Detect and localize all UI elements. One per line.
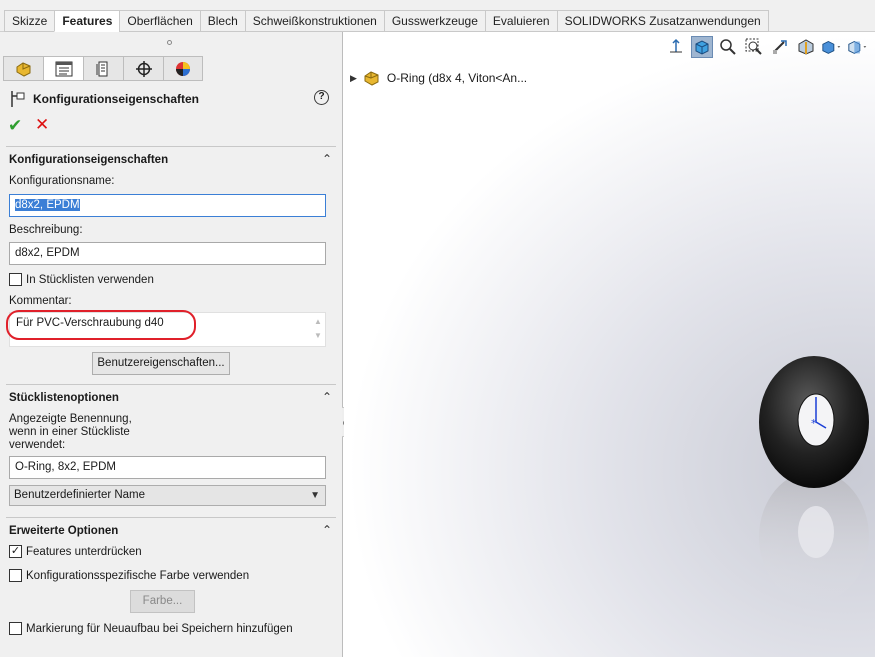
config-color-label: Konfigurationsspezifische Farbe verwende… [26, 569, 250, 582]
config-color-checkbox-row[interactable]: Konfigurationsspezifische Farbe verwende… [9, 569, 249, 582]
tab-oberflaechen[interactable]: Oberflächen [119, 10, 200, 32]
zoom-to-fit-icon[interactable] [717, 36, 739, 58]
suppress-features-checkbox[interactable]: ✓ [9, 545, 22, 558]
tab-blech[interactable]: Blech [199, 10, 245, 32]
display-style-dropdown-icon[interactable] [847, 36, 869, 58]
config-name-label: Konfigurationsname: [9, 175, 115, 187]
config-name-value: d8x2, EPDM [15, 199, 80, 211]
dimxpertmanager-tab[interactable] [123, 56, 163, 81]
page-title: Konfigurationseigenschaften [9, 90, 199, 108]
cancel-button[interactable]: ✕ [35, 115, 49, 135]
rebuild-mark-checkbox[interactable] [9, 622, 22, 635]
ok-button[interactable]: ✔ [8, 116, 22, 136]
config-section-header[interactable]: Konfigurationseigenschaften [9, 154, 168, 166]
name-mode-selected-value: Benutzerdefinierter Name [14, 489, 146, 501]
tab-evaluieren[interactable]: Evaluieren [484, 10, 557, 32]
tab-schweisskonstruktionen[interactable]: Schweißkonstruktionen [244, 10, 384, 32]
rebuild-mark-checkbox-row[interactable]: Markierung für Neuaufbau bei Speichern h… [9, 622, 293, 635]
comment-scrollbar[interactable]: ▲ ▼ [313, 315, 323, 345]
o-ring-3d-model[interactable]: * [754, 352, 875, 642]
tab-gusswerkzeuge[interactable]: Gusswerkzeuge [383, 10, 485, 32]
expand-arrow-icon[interactable]: ▶ [350, 73, 357, 84]
zoom-to-area-icon[interactable] [743, 36, 765, 58]
configuration-icon [96, 61, 107, 76]
configuration-properties-icon [11, 91, 25, 107]
name-mode-select[interactable]: Benutzerdefinierter Name ▼ [9, 485, 326, 506]
section-divider [6, 384, 336, 385]
advanced-section-header[interactable]: Erweiterte Optionen [9, 525, 118, 537]
part-tree-icon [16, 61, 30, 77]
suppress-features-label: Features unterdrücken [26, 545, 142, 558]
comment-textarea[interactable]: Für PVC-Verschraubung d40 ▲ ▼ [9, 312, 326, 347]
color-button[interactable]: Farbe... [130, 590, 195, 613]
command-manager-tabbar: Skizze Features Oberflächen Blech Schwei… [0, 0, 875, 32]
comment-value: Für PVC-Verschraubung d40 [16, 317, 164, 329]
tab-skizze[interactable]: Skizze [4, 10, 55, 32]
use-in-bom-checkbox-row[interactable]: In Stücklisten verwenden [9, 273, 154, 286]
section-divider [6, 146, 336, 147]
use-in-bom-checkbox[interactable] [9, 273, 22, 286]
description-field[interactable]: d8x2, EPDM [9, 242, 326, 265]
chevron-down-icon: ▼ [310, 490, 320, 501]
help-icon[interactable]: ? [314, 90, 329, 105]
collapse-chevron-icon[interactable]: ⌃ [322, 152, 332, 166]
standard-views-icon[interactable] [691, 36, 713, 58]
tab-zusatzanwendungen[interactable]: SOLIDWORKS Zusatzanwendungen [556, 10, 769, 32]
rebuild-mark-label: Markierung für Neuaufbau bei Speichern h… [26, 622, 293, 635]
checkmark-icon: ✓ [10, 545, 21, 557]
previous-view-icon[interactable] [769, 36, 791, 58]
custom-properties-button[interactable]: Benutzereigenschaften... [92, 352, 230, 375]
featuremanager-flyout-tree: ▶ O-Ring (d8x 4, Viton<An... [350, 70, 527, 86]
property-list-icon [55, 61, 72, 76]
displaymanager-tab[interactable] [163, 56, 203, 81]
section-view-icon[interactable] [795, 36, 817, 58]
use-in-bom-label: In Stücklisten verwenden [26, 273, 154, 286]
bom-section-header[interactable]: Stücklistenoptionen [9, 392, 119, 404]
view-orientation-icon[interactable] [665, 36, 687, 58]
displayed-name-field[interactable]: O-Ring, 8x2, EPDM [9, 456, 326, 479]
configurationmanager-tab[interactable] [83, 56, 123, 81]
description-label: Beschreibung: [9, 224, 83, 236]
comment-label: Kommentar: [9, 295, 72, 307]
property-manager-panel: Konfigurationseigenschaften ? ✔ ✕ Konfig… [0, 32, 343, 657]
heads-up-view-toolbar [665, 36, 869, 58]
collapse-chevron-icon[interactable]: ⌃ [322, 390, 332, 404]
collapse-chevron-icon[interactable]: ⌃ [322, 523, 332, 537]
panel-grip-handle[interactable] [167, 40, 172, 45]
displayed-name-label-line2: wenn in einer Stückliste [9, 426, 130, 438]
tree-item-label[interactable]: O-Ring (d8x 4, Viton<An... [387, 71, 527, 85]
suppress-features-checkbox-row[interactable]: ✓ Features unterdrücken [9, 545, 142, 558]
config-name-field[interactable]: d8x2, EPDM [9, 194, 326, 217]
displayed-name-label-line1: Angezeigte Benennung, [9, 413, 132, 425]
view-settings-dropdown-icon[interactable] [821, 36, 843, 58]
graphics-area[interactable]: ▶ O-Ring (d8x 4, Viton<An... * [344, 32, 875, 657]
appearance-sphere-icon [176, 61, 190, 76]
propertymanager-tab[interactable] [43, 56, 83, 81]
displayed-name-label-line3: verwendet: [9, 439, 66, 451]
config-color-checkbox[interactable] [9, 569, 22, 582]
manager-tabs [3, 56, 203, 81]
svg-text:*: * [811, 417, 817, 430]
section-divider [6, 517, 336, 518]
part-icon [364, 71, 379, 86]
page-title-text: Konfigurationseigenschaften [33, 92, 200, 106]
ribbon-tabs: Skizze Features Oberflächen Blech Schwei… [4, 10, 769, 32]
tab-features[interactable]: Features [54, 10, 120, 32]
featuremanager-tab[interactable] [3, 56, 43, 81]
crosshair-icon [135, 60, 152, 77]
